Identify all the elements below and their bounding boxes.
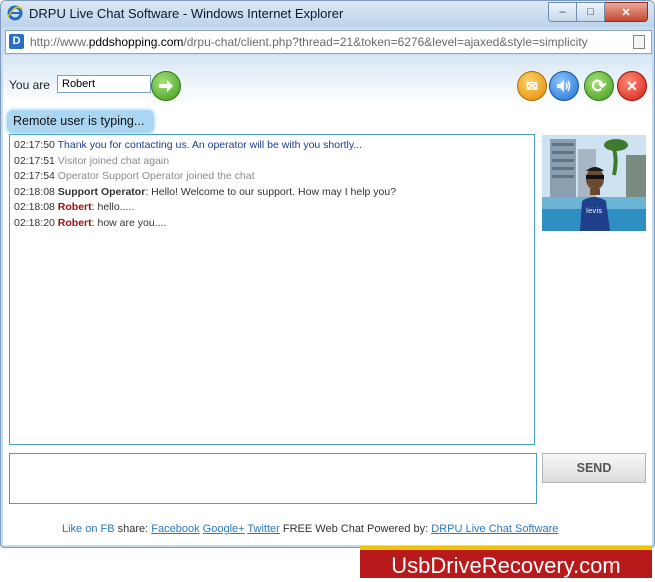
message-text: Thank you for contacting us. An operator… bbox=[57, 139, 363, 151]
footer: Like on FB share: Facebook Google+ Twitt… bbox=[62, 523, 558, 535]
message-text: : how are you.... bbox=[91, 216, 167, 229]
chat-message: 02:17:51 Visitor joined chat again bbox=[14, 154, 534, 170]
minimize-button[interactable]: – bbox=[548, 2, 577, 22]
close-window-button[interactable]: ✕ bbox=[605, 2, 648, 22]
refresh-icon: ⟳ bbox=[591, 75, 607, 96]
chat-message: 02:18:08 Support Operator: Hello! Welcom… bbox=[14, 185, 534, 201]
url-prefix: http://www. bbox=[30, 35, 89, 49]
url-path: /drpu-chat/client.php?thread=21&token=62… bbox=[183, 35, 588, 49]
exit-chat-button[interactable]: ✕ bbox=[617, 71, 647, 101]
site-favicon-icon: D bbox=[9, 34, 24, 49]
browser-window: DRPU Live Chat Software - Windows Intern… bbox=[0, 0, 655, 548]
message-time: 02:18:08 bbox=[14, 185, 55, 198]
operator-photo-image: levis bbox=[542, 135, 646, 231]
chat-message: 02:18:08 Robert: hello..... bbox=[14, 200, 534, 216]
address-bar[interactable]: D http://www.pddshopping.com/drpu-chat/c… bbox=[5, 30, 652, 54]
page-icon[interactable] bbox=[633, 35, 645, 49]
mail-icon: ✉ bbox=[526, 77, 538, 94]
arrow-right-icon bbox=[159, 80, 173, 92]
maximize-button[interactable]: □ bbox=[577, 2, 605, 22]
internet-explorer-icon bbox=[7, 5, 23, 21]
message-sender: Robert bbox=[57, 201, 92, 213]
message-text: Visitor joined chat again bbox=[57, 154, 170, 167]
message-time: 02:18:08 bbox=[14, 201, 55, 213]
powered-by-label: FREE Web Chat Powered by: bbox=[279, 523, 432, 535]
sound-button[interactable] bbox=[549, 71, 579, 101]
twitter-link[interactable]: Twitter bbox=[247, 523, 279, 535]
message-sender: Support Operator bbox=[57, 185, 146, 198]
like-on-fb-link[interactable]: Like on FB bbox=[62, 523, 115, 535]
message-input[interactable] bbox=[9, 453, 537, 504]
message-time: 02:18:20 bbox=[14, 216, 55, 229]
operator-photo: levis bbox=[542, 135, 646, 231]
message-time: 02:17:51 bbox=[14, 154, 55, 167]
chat-message: 02:17:54 Operator Support Operator joine… bbox=[14, 169, 534, 185]
chat-message: 02:17:50 Thank you for contacting us. An… bbox=[14, 138, 534, 154]
google-plus-link[interactable]: Google+ bbox=[203, 523, 245, 535]
close-icon: ✕ bbox=[626, 77, 638, 94]
message-time: 02:17:54 bbox=[14, 170, 55, 182]
typing-indicator: Remote user is typing... bbox=[7, 110, 154, 133]
svg-text:levis: levis bbox=[586, 207, 602, 215]
url-text[interactable]: http://www.pddshopping.com/drpu-chat/cli… bbox=[30, 35, 588, 49]
drpu-link[interactable]: DRPU Live Chat Software bbox=[431, 523, 558, 535]
mail-button[interactable]: ✉ bbox=[517, 71, 547, 101]
speaker-icon bbox=[557, 80, 571, 92]
facebook-link[interactable]: Facebook bbox=[151, 523, 199, 535]
chat-message: 02:18:20 Robert: how are you.... bbox=[14, 216, 534, 232]
you-are-label: You are bbox=[9, 78, 50, 92]
refresh-button[interactable]: ⟳ bbox=[584, 71, 614, 101]
message-text: : hello..... bbox=[91, 201, 135, 213]
message-sender: Robert bbox=[57, 216, 92, 229]
message-text: Operator Support Operator joined the cha… bbox=[57, 170, 255, 182]
name-input[interactable] bbox=[57, 75, 151, 93]
send-button[interactable]: SEND bbox=[542, 453, 646, 483]
title-bar: DRPU Live Chat Software - Windows Intern… bbox=[1, 1, 654, 27]
share-label: share: bbox=[114, 523, 152, 535]
url-domain: pddshopping.com bbox=[88, 35, 184, 49]
message-text: : Hello! Welcome to our support. How may… bbox=[145, 185, 397, 198]
chat-log[interactable]: 02:17:50 Thank you for contacting us. An… bbox=[9, 134, 535, 445]
go-arrow-button[interactable] bbox=[151, 71, 181, 101]
watermark-banner: UsbDriveRecovery.com bbox=[360, 546, 652, 578]
window-title: DRPU Live Chat Software - Windows Intern… bbox=[29, 6, 344, 21]
message-time: 02:17:50 bbox=[14, 139, 55, 151]
chat-page: You are ✉ ⟳ ✕ Remote user is typing... 0… bbox=[3, 55, 652, 545]
